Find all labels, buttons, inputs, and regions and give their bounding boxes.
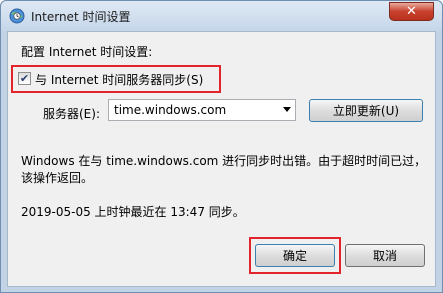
title-bar: Internet 时间设置 ✕	[1, 1, 442, 31]
ok-button[interactable]: 确定	[255, 244, 335, 267]
clock-globe-icon	[9, 8, 25, 24]
server-value: time.windows.com	[114, 103, 227, 117]
last-sync-text: 2019-05-05 上时钟最近在 13:47 同步。	[21, 205, 245, 219]
close-icon: ✕	[406, 4, 417, 19]
sync-checkbox[interactable]: ✔	[18, 72, 31, 85]
server-label: 服务器(E):	[43, 107, 100, 121]
checkmark-icon: ✔	[19, 72, 30, 85]
window-title: Internet 时间设置	[31, 10, 131, 24]
sync-checkbox-label[interactable]: 与 Internet 时间服务器同步(S)	[35, 71, 203, 88]
settings-heading: 配置 Internet 时间设置:	[21, 45, 153, 59]
update-now-button[interactable]: 立即更新(U)	[309, 99, 423, 122]
cancel-button[interactable]: 取消	[345, 244, 425, 267]
status-message-line2: 该操作返回。	[21, 171, 94, 185]
close-button[interactable]: ✕	[389, 2, 434, 21]
status-message-line1: Windows 在与 time.windows.com 进行同步时出错。由于超时…	[21, 154, 427, 168]
internet-time-settings-dialog: Internet 时间设置 ✕ 配置 Internet 时间设置: ✔ 与 In…	[0, 0, 443, 293]
dialog-content: 配置 Internet 时间设置: ✔ 与 Internet 时间服务器同步(S…	[7, 31, 436, 287]
server-dropdown[interactable]: time.windows.com	[108, 99, 296, 121]
chevron-down-icon[interactable]	[283, 107, 291, 112]
